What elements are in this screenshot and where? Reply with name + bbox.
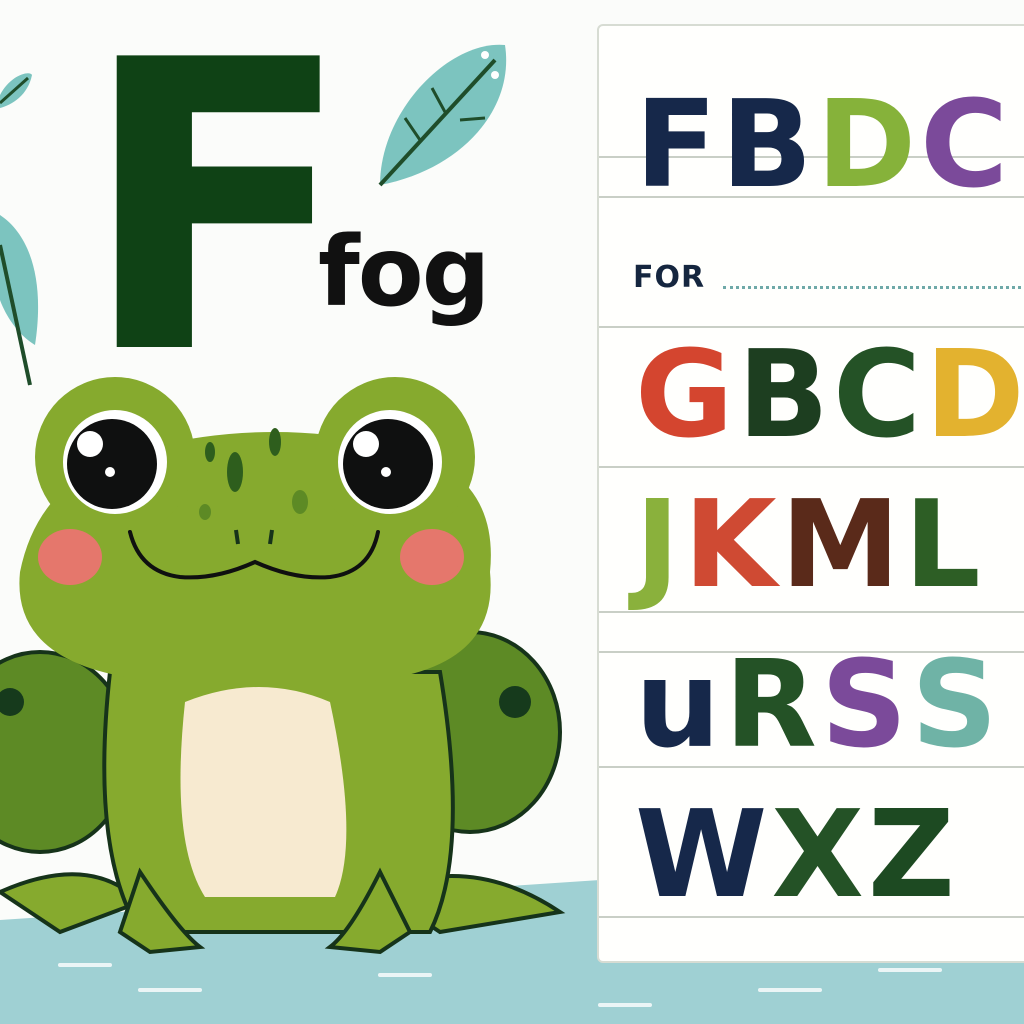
headline-letter: F [80,0,354,442]
chart-letter: u [635,636,725,775]
poster-canvas: F fog FBDC FOR GBCD JKML uRSS WXZ [0,0,1024,1024]
chart-letter: F [635,76,721,215]
frog-illustration [0,377,566,955]
chart-letter: G [635,326,738,465]
chart-letter: L [904,476,985,615]
chart-letter: J [635,476,684,615]
alphabet-chart: FBDC FOR GBCD JKML uRSS WXZ [597,24,1024,963]
chart-rule [599,466,1024,468]
chart-letter: X [771,786,868,925]
for-label: FOR [633,260,706,295]
chart-letter: M [780,476,905,615]
chart-letter: W [635,786,772,925]
chart-row-5: WXZ [635,796,959,916]
chart-row-3: JKML [635,486,985,606]
chart-letter: C [832,326,926,465]
for-dotted-line [723,286,1024,289]
chart-row-2: GBCD [635,336,1024,456]
chart-letter: K [683,476,781,615]
chart-row-1: FBDC [635,86,1012,206]
chart-letter: S [911,636,1002,775]
chart-letter: B [737,326,833,465]
chart-letter: S [820,636,912,775]
chart-letter: C [920,76,1013,215]
chart-letter: B [720,76,817,215]
chart-letter: R [724,636,821,775]
headline-word: fog [318,216,490,328]
chart-row-4: uRSS [635,646,1002,766]
chart-letter: D [816,76,921,215]
chart-letter: Z [867,786,959,925]
chart-letter: D [925,326,1024,465]
